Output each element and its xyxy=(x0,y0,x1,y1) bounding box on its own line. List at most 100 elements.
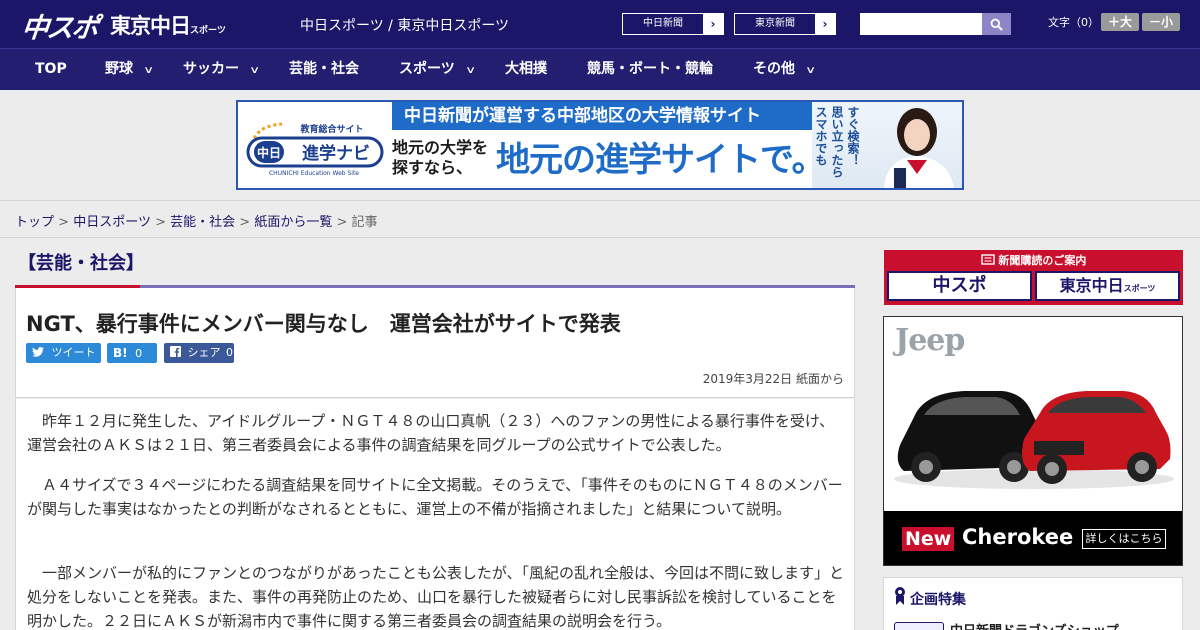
jeep-ad-footer: New Cherokee 詳しくはこちら xyxy=(884,511,1182,565)
banner-logo-sub: CHUNICHI Education Web Site xyxy=(269,170,359,177)
site-header: 中スポ 東京中日スポーツ 中日スポーツ / 東京中日スポーツ 中日新聞 › 東京… xyxy=(0,0,1200,48)
nav-label: その他 xyxy=(753,61,795,77)
tokyo-shimbun-link[interactable]: 東京新聞 › xyxy=(734,13,836,35)
breadcrumb-separator: > xyxy=(155,215,166,230)
chuspo-logo[interactable]: 中スポ xyxy=(20,6,99,45)
nav-item-racing[interactable]: 競馬・ボート・競輪 xyxy=(587,49,713,90)
feature-box: 企画特集 中日新聞ドラゴンズショップ xyxy=(883,577,1183,630)
tokyo-chunichi-logo-small: スポーツ xyxy=(190,26,226,36)
search-input[interactable] xyxy=(860,13,982,35)
new-badge: New xyxy=(902,527,955,551)
breadcrumb-link-top[interactable]: トップ xyxy=(15,215,54,230)
subscribe-tokyo-chunichi-small: スポーツ xyxy=(1123,284,1156,293)
tokyo-chunichi-logo-text: 東京中日 xyxy=(110,14,191,38)
facebook-icon xyxy=(170,346,181,357)
nav-label: スポーツ xyxy=(399,61,455,77)
font-bigger-button[interactable]: ＋大 xyxy=(1101,13,1139,31)
breadcrumb-link-chunichi-sports[interactable]: 中日スポーツ xyxy=(73,215,151,230)
chevron-right-icon: › xyxy=(815,14,835,34)
nav-label: 芸能・社会 xyxy=(289,61,359,77)
banner-vertical-text: スマホでも xyxy=(814,106,828,166)
jeep-model-name: Cherokee xyxy=(962,525,1074,549)
banner-big-text: 地元の進学サイトで。 xyxy=(496,140,826,180)
banner-logo-chunichi: 中日 xyxy=(257,145,281,160)
chevron-down-icon: ∨ xyxy=(143,65,155,76)
article-date: 2019年3月22日 紙面から xyxy=(702,372,844,386)
banner-vertical-text: すぐ検索！ xyxy=(846,106,860,166)
subscription-box: 新聞購読のご案内 中スポ 東京中日スポーツ xyxy=(884,250,1183,305)
main-nav: TOP 野球 ∨ サッカー ∨ 芸能・社会 スポーツ ∨ 大相撲 競馬・ボート・競輪 … xyxy=(0,48,1200,90)
nav-label: 競馬・ボート・競輪 xyxy=(587,61,713,77)
banner-logo-top: 教育総合サイト xyxy=(299,123,363,135)
search-icon xyxy=(990,18,1003,31)
shingaku-navi-banner[interactable]: 中日 進学ナビ 教育総合サイト CHUNICHI Education Web S… xyxy=(236,100,964,190)
subscribe-tokyo-chunichi-button[interactable]: 東京中日スポーツ xyxy=(1035,271,1180,301)
twitter-icon xyxy=(32,347,44,357)
ribbon-icon xyxy=(895,587,905,605)
nav-item-entertainment[interactable]: 芸能・社会 xyxy=(289,49,359,90)
hatena-count: 0 xyxy=(135,347,143,360)
breadcrumb-separator: > xyxy=(58,215,70,230)
jeep-details-button[interactable]: 詳しくはこちら xyxy=(1082,529,1166,549)
dragons-shop-thumbnail[interactable] xyxy=(894,622,944,630)
facebook-share-count: 0 xyxy=(226,346,233,359)
banner-photo: スマホでも 思い立ったら すぐ検索！ xyxy=(812,102,962,188)
breadcrumb-current: 記事 xyxy=(351,215,378,230)
breadcrumb-bar: トップ > 中日スポーツ > 芸能・社会 > 紙面から一覧 > 記事 xyxy=(0,200,1200,238)
chunichi-shimbun-link[interactable]: 中日新聞 › xyxy=(622,13,724,35)
article-paragraph: Ａ４サイズで３４ページにわたる調査結果を同サイトに全文掲載。そのうえで、「事件そ… xyxy=(27,476,843,518)
nav-label: TOP xyxy=(35,61,67,77)
breadcrumb: トップ > 中日スポーツ > 芸能・社会 > 紙面から一覧 > 記事 xyxy=(15,211,378,230)
feature-item-dragons-shop[interactable]: 中日新聞ドラゴンズショップ xyxy=(950,620,1119,630)
hatena-icon: B! xyxy=(113,346,128,360)
nav-label: 野球 xyxy=(105,61,133,77)
nav-item-baseball[interactable]: 野球 ∨ xyxy=(105,49,155,90)
subscribe-chuspo-button[interactable]: 中スポ xyxy=(887,271,1032,301)
nav-item-soccer[interactable]: サッカー ∨ xyxy=(183,49,261,90)
hatena-bookmark-button[interactable]: B! 0 xyxy=(107,343,157,363)
tweet-button[interactable]: ツイート xyxy=(26,343,101,363)
tokyo-shimbun-label: 東京新聞 xyxy=(755,18,795,29)
article-header: NGT、暴行事件にメンバー関与なし 運営会社がサイトで発表 ツイート B! 0 … xyxy=(15,288,855,398)
student-photo xyxy=(884,108,954,188)
facebook-share-button[interactable]: シェア 0 xyxy=(164,343,234,363)
chevron-down-icon: ∨ xyxy=(464,65,476,76)
nav-label: 大相撲 xyxy=(505,61,547,77)
breadcrumb-link-entertainment[interactable]: 芸能・社会 xyxy=(170,215,235,230)
category-title: 【芸能・社会】 xyxy=(18,253,144,274)
chunichi-shimbun-label: 中日新聞 xyxy=(643,18,683,29)
nav-item-sumo[interactable]: 大相撲 xyxy=(505,49,547,90)
subscription-title: 新聞購読のご案内 xyxy=(884,252,1183,268)
subscribe-tokyo-chunichi-label: 東京中日 xyxy=(1059,276,1124,295)
font-smaller-button[interactable]: －小 xyxy=(1142,13,1180,31)
article-paragraph: 一部メンバーが私的にファンとのつながりがあったことも公表したが、「風紀の乱れ全般… xyxy=(27,564,845,630)
search-button[interactable] xyxy=(982,13,1011,35)
jeep-cherokee-ad[interactable]: Jeep New Cherokee 詳しくはこちら xyxy=(883,316,1183,566)
chevron-down-icon: ∨ xyxy=(249,65,261,76)
shingaku-navi-logo: 中日 進学ナビ 教育総合サイト CHUNICHI Education Web S… xyxy=(246,122,384,177)
nav-item-other[interactable]: その他 ∨ xyxy=(753,49,817,90)
tokyo-chunichi-logo[interactable]: 東京中日スポーツ xyxy=(110,10,226,40)
banner-sub-line2: 探すなら、 xyxy=(392,158,473,177)
font-size-label: 文字（0） xyxy=(1048,16,1099,29)
article-body: 昨年１２月に発生した、アイドルグループ・ＮＧＴ４８の山口真帆（２３）へのファンの… xyxy=(15,399,855,630)
feature-title: 企画特集 xyxy=(910,592,966,608)
chevron-right-icon: › xyxy=(703,14,723,34)
banner-sub-line1: 地元の大学を xyxy=(392,138,489,157)
facebook-share-label: シェア xyxy=(187,346,221,359)
newspaper-icon xyxy=(980,254,995,265)
nav-item-top[interactable]: TOP xyxy=(35,49,67,90)
banner-headline: 中日新聞が運営する中部地区の大学情報サイト xyxy=(392,102,812,130)
banner-vertical-text: 思い立ったら xyxy=(830,106,844,178)
breadcrumb-link-paper-list[interactable]: 紙面から一覧 xyxy=(254,215,332,230)
subscription-title-text: 新聞購読のご案内 xyxy=(998,254,1087,267)
car-image xyxy=(894,391,1174,489)
nav-item-sports[interactable]: スポーツ ∨ xyxy=(399,49,476,90)
banner-logo-main: 進学ナビ xyxy=(302,143,370,164)
site-links[interactable]: 中日スポーツ / 東京中日スポーツ xyxy=(300,15,509,35)
tweet-label: ツイート xyxy=(51,346,96,359)
breadcrumb-separator: > xyxy=(336,215,348,230)
breadcrumb-separator: > xyxy=(239,215,251,230)
article-paragraph: 昨年１２月に発生した、アイドルグループ・ＮＧＴ４８の山口真帆（２３）へのファンの… xyxy=(27,412,835,454)
chevron-down-icon: ∨ xyxy=(805,65,817,76)
